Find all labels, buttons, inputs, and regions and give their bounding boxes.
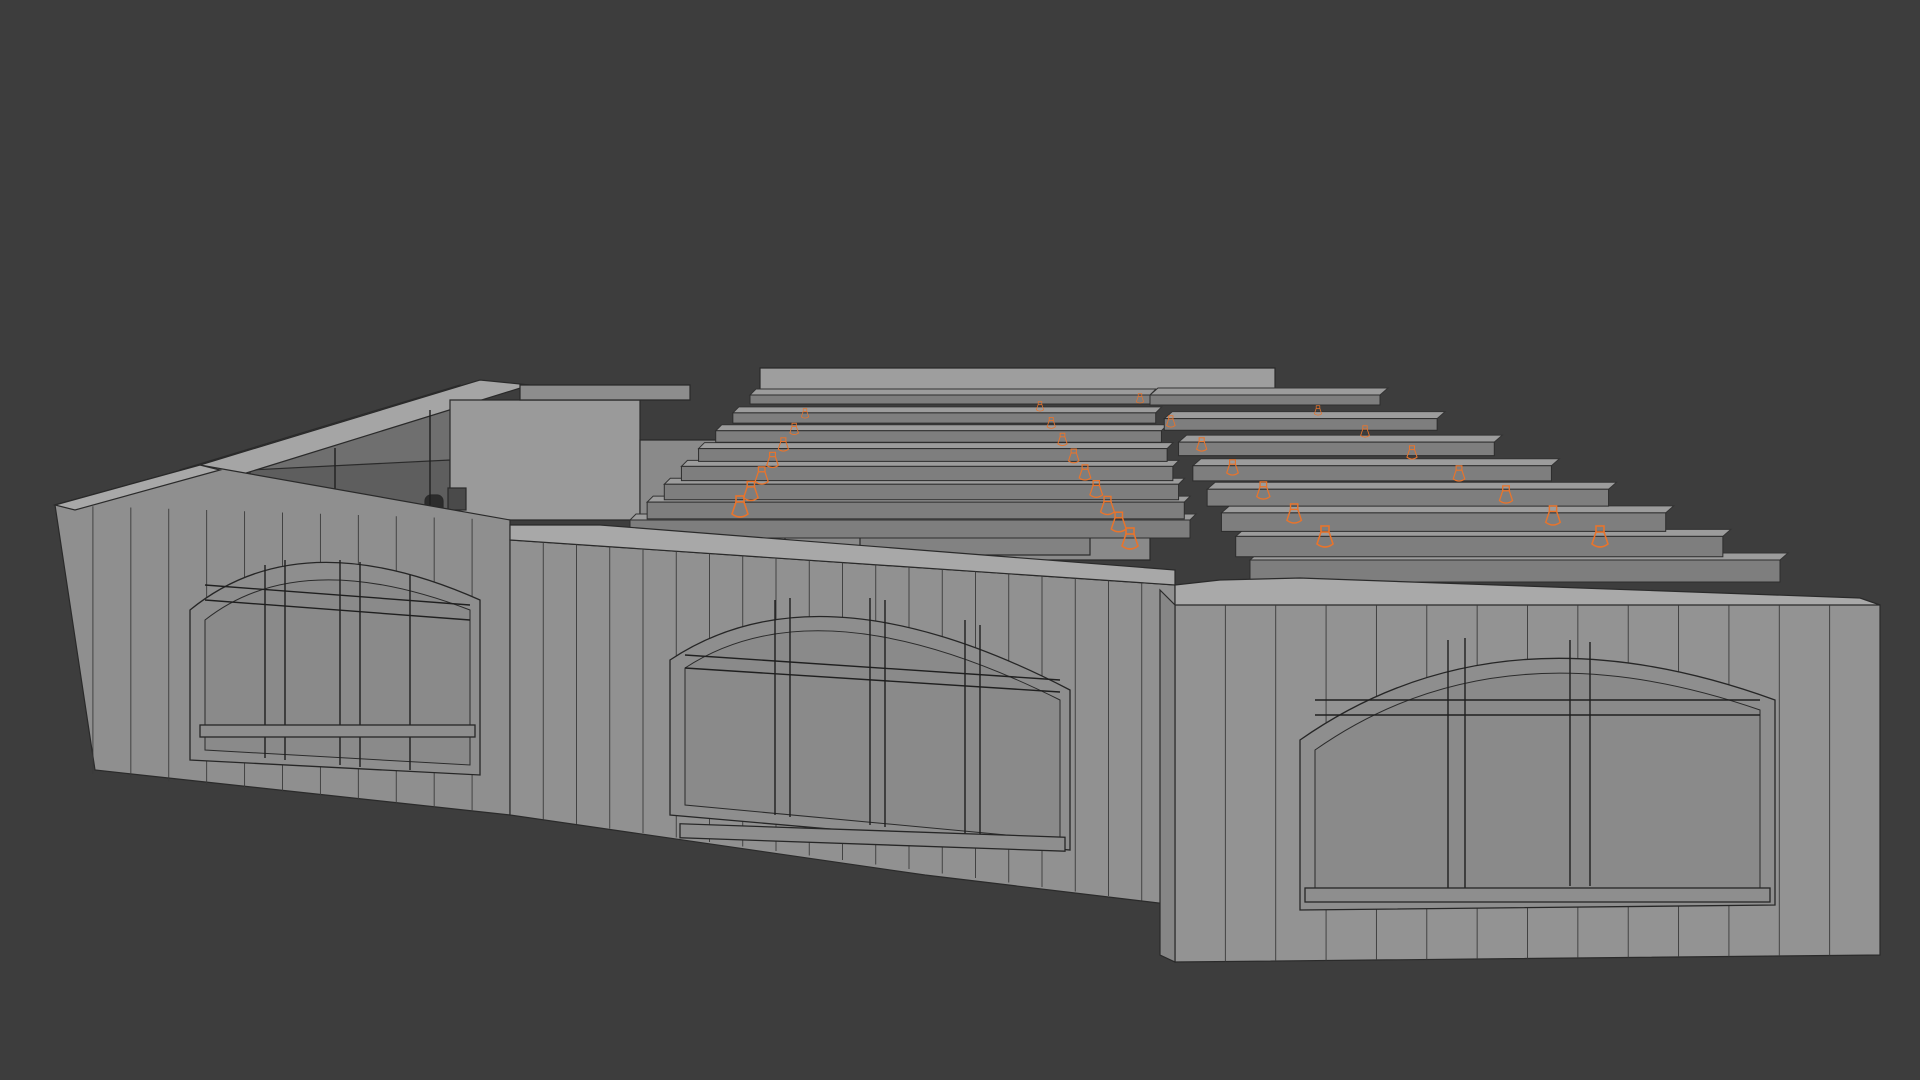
3d-viewport[interactable]: [0, 0, 1920, 1080]
wall-center-front: [509, 524, 1176, 906]
roof-beam: [1234, 528, 1733, 558]
roof-beam: [1162, 411, 1447, 431]
wall-right-front: [1159, 577, 1881, 963]
roof-beam: [714, 424, 1169, 443]
scene-render: [52, 367, 1881, 963]
roof-beam: [1248, 552, 1790, 583]
roof-beam: [748, 388, 1158, 405]
roof-beam: [1177, 434, 1504, 457]
wall-left-front: [52, 464, 511, 816]
roof-beam: [731, 406, 1163, 424]
roof-beam: [1191, 458, 1561, 482]
roof-beam: [1220, 505, 1676, 532]
roof-beam: [1148, 387, 1390, 406]
